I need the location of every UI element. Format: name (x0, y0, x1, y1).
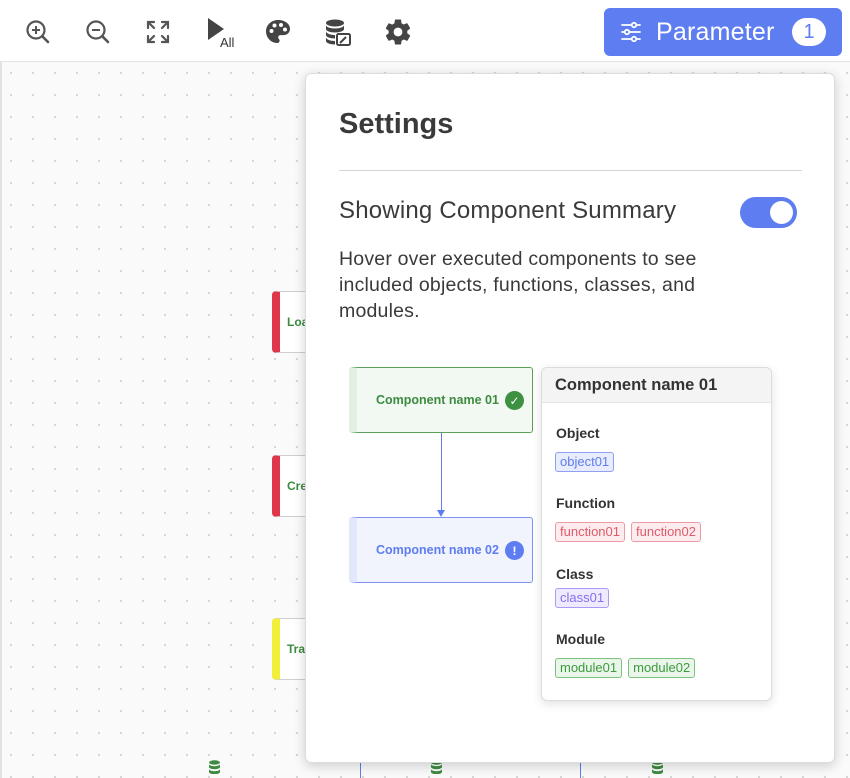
module-section-label: Module (556, 631, 605, 647)
zoom-out-icon (86, 20, 110, 44)
database-icon (209, 760, 220, 774)
summary-title: Component name 01 (542, 368, 771, 403)
canvas-node-label: Tra (287, 642, 306, 656)
parameter-label: Parameter (656, 17, 775, 46)
object-section-label: Object (556, 425, 600, 441)
module-tag: module01 (555, 658, 623, 678)
example-node-warning: Component name 02 ! (349, 517, 533, 583)
settings-title: Settings (339, 108, 454, 140)
module-tag: module02 (628, 658, 696, 678)
settings-popover: Settings Showing Component Summary Hover… (305, 73, 835, 763)
function-tag: function02 (631, 522, 701, 542)
component-summary-toggle[interactable] (740, 197, 797, 228)
zoom-in-icon (26, 20, 50, 44)
data-icon (326, 19, 351, 46)
exclamation-icon: ! (505, 541, 524, 560)
zoom-out-button[interactable] (80, 14, 116, 50)
sliders-icon (621, 21, 641, 43)
example-node-label: Component name 02 (376, 543, 499, 557)
settings-description: Hover over executed components to see in… (339, 248, 697, 322)
arrow-head-icon (437, 510, 445, 517)
settings-button[interactable] (380, 14, 416, 50)
edge-line (580, 762, 581, 778)
fit-screen-button[interactable] (140, 14, 176, 50)
data-cleanup-button[interactable] (320, 14, 356, 50)
function-section-label: Function (556, 495, 616, 511)
component-summary-toggle-label: Showing Component Summary (339, 197, 677, 224)
gear-icon (385, 19, 411, 45)
edge-line (360, 762, 361, 778)
class-tags: class01 (555, 588, 610, 608)
fit-screen-icon (146, 20, 170, 44)
canvas-node-label: Cre (287, 479, 308, 493)
check-icon: ✓ (505, 391, 524, 410)
example-node-success: Component name 01 ✓ (349, 367, 533, 433)
object-tag: object01 (555, 452, 615, 472)
function-tags: function01 function02 (555, 522, 701, 542)
divider (339, 170, 802, 171)
function-tag: function01 (555, 522, 625, 542)
canvas-edge (0, 62, 2, 778)
object-tags: object01 (555, 452, 615, 472)
parameter-button[interactable]: Parameter 1 (604, 8, 842, 56)
parameter-count-badge: 1 (792, 18, 826, 46)
example-node-label: Component name 01 (376, 393, 499, 407)
zoom-in-button[interactable] (20, 14, 56, 50)
example-edge (441, 433, 442, 514)
run-all-button[interactable]: All (200, 14, 242, 50)
class-section-label: Class (556, 566, 594, 582)
toolbar: All Parameter 1 (0, 0, 850, 62)
palette-icon (266, 20, 290, 43)
module-tags: module01 module02 (555, 658, 696, 678)
toggle-knob (770, 201, 793, 224)
theme-button[interactable] (260, 14, 296, 50)
component-summary-card: Component name 01 Object object01 Functi… (541, 367, 772, 701)
class-tag: class01 (555, 588, 610, 608)
run-all-label: All (220, 35, 235, 50)
